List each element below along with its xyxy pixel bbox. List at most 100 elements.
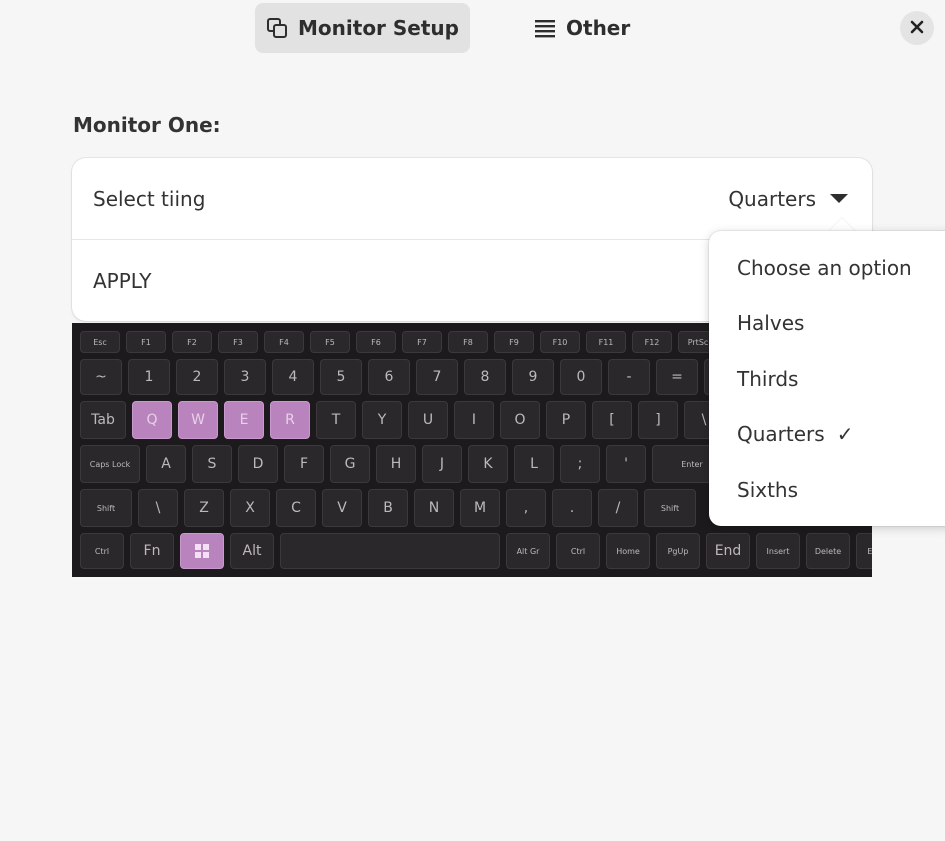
keyboard-row-shift: Shift \ Z X C V B N M,. / Shift [80,489,696,527]
keyboard-key: H [376,445,416,483]
keyboard-key: Esc [80,331,120,353]
tiling-options-menu: Choose an option Halves Thirds Quarters … [709,231,945,526]
keyboard-key: 5 [320,359,362,395]
menu-item-label: Thirds [737,367,799,391]
list-icon [534,18,556,38]
keyboard-key: ~ [80,359,122,395]
keyboard-key: 9 [512,359,554,395]
keyboard-key: I [454,401,494,439]
keyboard-key: 3 [224,359,266,395]
keyboard-key: , [506,489,546,527]
menu-item-choose[interactable]: Choose an option [737,248,945,288]
keyboard-key: P [546,401,586,439]
menu-item-sixths[interactable]: Sixths [737,470,945,510]
keyboard-key: Shift [644,489,696,527]
close-button[interactable] [900,11,934,45]
menu-item-label: Quarters [737,422,825,446]
apply-button[interactable]: APPLY [72,269,152,293]
keyboard-key: C [276,489,316,527]
keyboard-key: [ [592,401,632,439]
keyboard-key: V [322,489,362,527]
keyboard-key: D [238,445,278,483]
close-icon [910,19,924,38]
keyboard-key: ; [560,445,600,483]
keyboard-key: \ [138,489,178,527]
copy-icon [266,17,288,39]
keyboard-key: F7 [402,331,442,353]
keyboard-key: F9 [494,331,534,353]
keyboard-row-numbers: ~1234567890-=Back [80,359,774,395]
keyboard-key: F6 [356,331,396,353]
tiling-selected-value: Quarters [728,186,816,211]
keyboard-key: T [316,401,356,439]
keyboard-key: Ctrl [80,533,124,569]
menu-item-label: Halves [737,311,805,335]
keyboard-key: F10 [540,331,580,353]
chevron-down-icon [830,194,848,203]
menu-item-halves[interactable]: Halves [737,303,945,343]
keyboard-key: Alt Gr [506,533,550,569]
tab-monitor-setup-label: Monitor Setup [298,16,459,40]
keyboard-key [280,533,500,569]
menu-item-thirds[interactable]: Thirds [737,359,945,399]
keyboard-key: 2 [176,359,218,395]
tab-other-label: Other [566,16,631,40]
tiling-label: Select tiing [93,186,206,211]
keyboard-key: F5 [310,331,350,353]
keyboard-key: Z [184,489,224,527]
keyboard-key: ] [638,401,678,439]
tab-other[interactable]: Other [534,3,644,53]
keyboard-key: 0 [560,359,602,395]
keyboard-row-fn: EscF1F2F3F4F5F6F7F8F9F10F11F12PrtScInser… [80,331,764,353]
keyboard-key: N [414,489,454,527]
keyboard-key: R [270,401,310,439]
keyboard-key: 4 [272,359,314,395]
keyboard-key: = [656,359,698,395]
keyboard-key: Shift [80,489,132,527]
keyboard-key: K [468,445,508,483]
keyboard-key: X [230,489,270,527]
menu-item-label: Choose an option [737,256,912,280]
keyboard-key: F8 [448,331,488,353]
keyboard-key: F3 [218,331,258,353]
keyboard-key: S [192,445,232,483]
keyboard-key: Caps Lock [80,445,140,483]
keyboard-key: F11 [586,331,626,353]
keyboard-key: F12 [632,331,672,353]
check-icon: ✓ [836,422,854,446]
keyboard-key: Y [362,401,402,439]
keyboard-key: / [598,489,638,527]
keyboard-key: Insert [756,533,800,569]
keyboard-key: F1 [126,331,166,353]
tab-monitor-setup[interactable]: Monitor Setup [255,3,470,53]
menu-item-quarters[interactable]: Quarters ✓ [737,414,945,454]
keyboard-key: 7 [416,359,458,395]
keyboard-key: End [706,533,750,569]
keyboard-key: W [178,401,218,439]
keyboard-key: U [408,401,448,439]
tiling-row: Select tiing Quarters [72,158,872,240]
keyboard-key: Q [132,401,172,439]
keyboard-key: Enter [856,533,872,569]
keyboard-key: - [608,359,650,395]
keyboard-key: A [146,445,186,483]
keyboard-key: ' [606,445,646,483]
keyboard-key: Delete [806,533,850,569]
keyboard-key: F [284,445,324,483]
keyboard-key: J [422,445,462,483]
keyboard-key: . [552,489,592,527]
section-title: Monitor One: [73,113,221,137]
keyboard-key: Home [606,533,650,569]
menu-item-label: Sixths [737,478,799,502]
popover-arrow [828,218,856,232]
keyboard-key: 1 [128,359,170,395]
keyboard-row-bottom: Ctrl Fn Alt Alt Gr Ctrl Home PgUp End Insert Dele… [80,533,872,569]
keyboard-row-home: Caps Lock A S D F G H J K L; ' Enter [80,445,732,483]
keyboard-key: F4 [264,331,304,353]
keyboard-key: E [224,401,264,439]
keyboard-key: Fn [130,533,174,569]
keyboard-key: 6 [368,359,410,395]
windows-key-icon [180,533,224,569]
keyboard-key: F2 [172,331,212,353]
keyboard-key: Tab [80,401,126,439]
